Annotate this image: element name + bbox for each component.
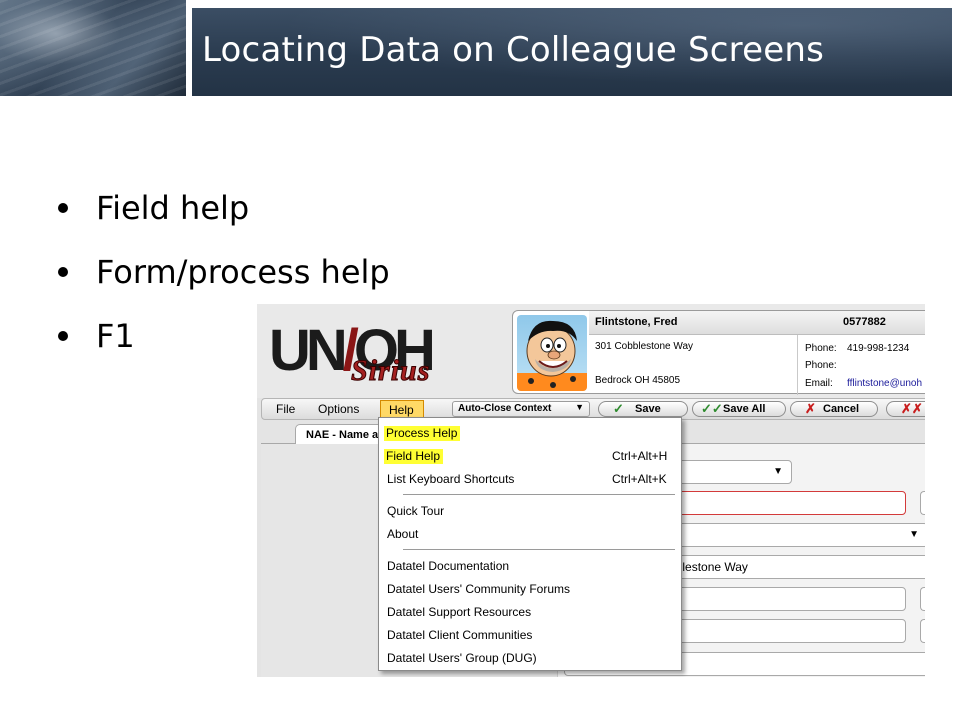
field-stub[interactable] bbox=[920, 491, 925, 515]
person-id: 0577882 bbox=[843, 316, 886, 328]
menu-separator bbox=[403, 549, 675, 550]
menu-file[interactable]: File bbox=[276, 402, 295, 416]
menu-item-community-forums[interactable]: Datatel Users' Community Forums bbox=[379, 579, 681, 599]
person-name-bar: Flintstone, Fred 0577882 bbox=[589, 311, 925, 335]
app-screenshot: UN/OH Sirius Flintstone, Fred 0577882 30… bbox=[257, 304, 925, 677]
app-header: UN/OH Sirius Flintstone, Fred 0577882 30… bbox=[257, 304, 925, 398]
menu-item-label: List Keyboard Shortcuts bbox=[387, 472, 515, 486]
double-check-icon: ✓✓ bbox=[701, 401, 723, 416]
menu-item-label: Datatel Documentation bbox=[387, 559, 510, 573]
unoh-sirius-logo: UN/OH Sirius bbox=[269, 318, 469, 388]
menu-separator bbox=[403, 494, 675, 495]
save-all-button[interactable]: ✓✓ Save All bbox=[692, 401, 786, 417]
text-field[interactable] bbox=[668, 587, 906, 611]
menu-item-label: Quick Tour bbox=[387, 504, 445, 518]
menu-options[interactable]: Options bbox=[318, 402, 359, 416]
email-value[interactable]: fflintstone@unoh bbox=[847, 378, 922, 389]
card-divider bbox=[797, 335, 798, 395]
menu-help[interactable]: Help bbox=[380, 400, 424, 418]
menu-help-label: Help bbox=[389, 403, 414, 417]
required-field[interactable] bbox=[668, 491, 906, 515]
menu-item-label: About bbox=[387, 527, 419, 541]
menu-item-shortcut: Ctrl+Alt+K bbox=[612, 472, 667, 486]
bullet-item: Form/process help bbox=[58, 240, 390, 304]
title-bar: Locating Data on Colleague Screens bbox=[192, 8, 952, 96]
chevron-down-icon: ▼ bbox=[773, 466, 783, 477]
phone-1-value: 419-998-1234 bbox=[847, 343, 910, 354]
logo-subtitle: Sirius bbox=[350, 354, 431, 388]
menu-item-about[interactable]: About bbox=[379, 524, 681, 544]
double-x-icon: ✗✗ bbox=[901, 401, 923, 416]
bullet-item: Field help bbox=[58, 176, 390, 240]
email-label: Email: bbox=[805, 378, 833, 389]
cancel-all-button[interactable]: ✗✗ bbox=[886, 401, 925, 417]
x-icon: ✗ bbox=[805, 401, 816, 416]
save-label: Save bbox=[635, 403, 661, 415]
bullet-dot-icon bbox=[58, 267, 68, 277]
menu-item-keyboard-shortcuts[interactable]: List Keyboard Shortcuts Ctrl+Alt+K bbox=[379, 469, 681, 489]
bullet-dot-icon bbox=[58, 203, 68, 213]
chevron-down-icon: ▼ bbox=[909, 529, 919, 540]
bullet-text: Field help bbox=[96, 189, 250, 227]
menu-item-support-resources[interactable]: Datatel Support Resources bbox=[379, 602, 681, 622]
bullet-dot-icon bbox=[58, 331, 68, 341]
menu-item-label: Datatel Support Resources bbox=[387, 605, 532, 619]
menu-item-quick-tour[interactable]: Quick Tour bbox=[379, 501, 681, 521]
chevron-down-icon: ▼ bbox=[575, 402, 584, 412]
cancel-button[interactable]: ✗ Cancel bbox=[790, 401, 878, 417]
menu-item-datatel-documentation[interactable]: Datatel Documentation bbox=[379, 556, 681, 576]
person-photo bbox=[517, 315, 587, 391]
slide-title: Locating Data on Colleague Screens bbox=[202, 30, 824, 70]
phone-1-label: Phone: bbox=[805, 343, 837, 354]
menu-item-label: Datatel Users' Community Forums bbox=[387, 582, 570, 596]
check-icon: ✓ bbox=[613, 401, 624, 416]
address-line-2: Bedrock OH 45805 bbox=[595, 375, 681, 386]
menu-item-label: Process Help bbox=[384, 426, 461, 441]
menu-item-client-communities[interactable]: Datatel Client Communities bbox=[379, 625, 681, 645]
combo-field[interactable]: ▼ bbox=[668, 523, 925, 547]
text-field[interactable] bbox=[668, 619, 906, 643]
field-stub[interactable] bbox=[920, 619, 925, 643]
save-button[interactable]: ✓ Save bbox=[598, 401, 688, 417]
address-field[interactable]: oblestone Way bbox=[668, 555, 925, 579]
cancel-label: Cancel bbox=[823, 403, 860, 415]
menu-item-label: Field Help bbox=[384, 449, 444, 464]
menu-item-shortcut: Ctrl+Alt+H bbox=[612, 449, 668, 463]
menu-item-process-help[interactable]: Process Help bbox=[379, 423, 681, 443]
bullet-text: F1 bbox=[96, 317, 135, 355]
menu-item-users-group[interactable]: Datatel Users' Group (DUG) bbox=[379, 648, 681, 668]
field-stub[interactable] bbox=[920, 587, 925, 611]
auto-close-context-select[interactable]: Auto-Close Context ▼ bbox=[452, 401, 590, 417]
menu-item-label: Datatel Users' Group (DUG) bbox=[387, 651, 537, 665]
bullet-text: Form/process help bbox=[96, 253, 390, 291]
address-line-1: 301 Cobblestone Way bbox=[595, 341, 694, 352]
context-select-value: Auto-Close Context bbox=[458, 403, 552, 414]
person-card: Flintstone, Fred 0577882 301 Cobblestone… bbox=[512, 310, 925, 395]
help-dropdown-menu: Process Help Field Help Ctrl+Alt+H List … bbox=[378, 417, 682, 671]
person-name: Flintstone, Fred bbox=[595, 316, 678, 328]
phone-2-label: Phone: bbox=[805, 360, 837, 371]
save-all-label: Save All bbox=[723, 403, 766, 415]
header-decoration bbox=[0, 0, 186, 96]
dropdown-field[interactable]: ▼ bbox=[668, 460, 792, 484]
menu-item-label: Datatel Client Communities bbox=[387, 628, 533, 642]
menu-item-field-help[interactable]: Field Help Ctrl+Alt+H bbox=[379, 446, 681, 466]
fred-cartoon-icon bbox=[517, 320, 587, 391]
